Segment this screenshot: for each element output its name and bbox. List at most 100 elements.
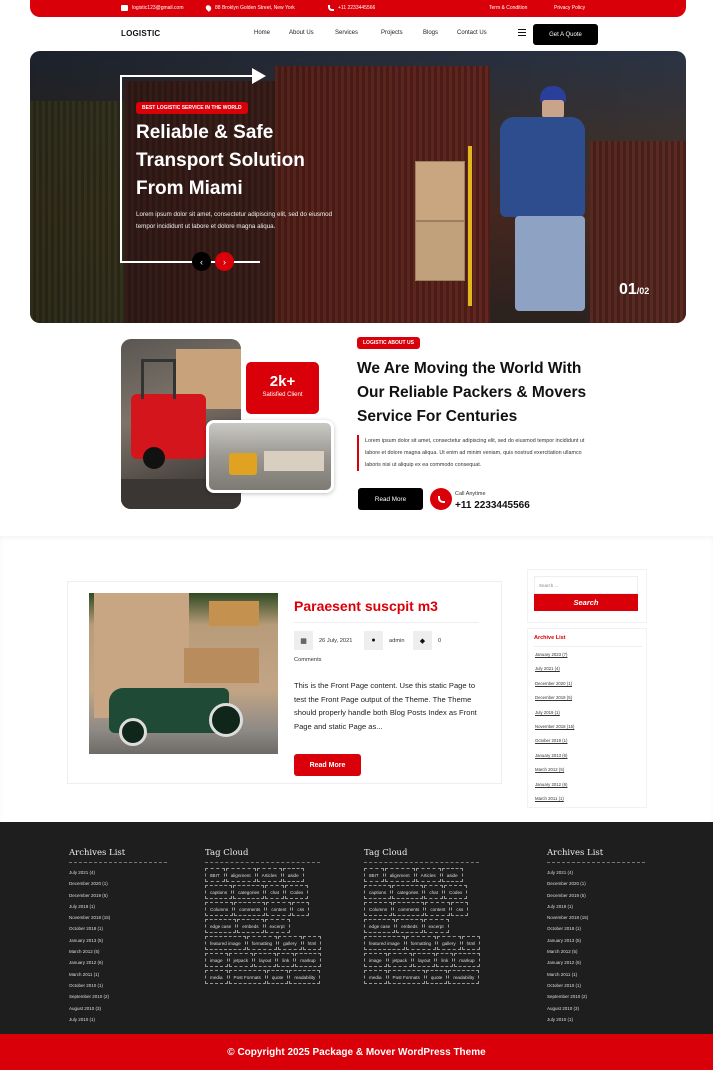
hamburger-menu-icon[interactable] [518, 29, 526, 36]
post-title[interactable]: Paraesent suscpit m3 [294, 598, 438, 614]
tag-link[interactable]: gallery [437, 936, 461, 950]
privacy-link[interactable]: Privacy Policy [554, 5, 585, 11]
tag-link[interactable]: Post Formats [387, 970, 425, 984]
nav-contact-us[interactable]: Contact Us [457, 30, 487, 36]
footer-archive-item[interactable]: August 2010 (3) [547, 1006, 645, 1017]
search-button[interactable]: Search [534, 594, 638, 611]
footer-archive-item[interactable]: January 2012 (6) [547, 960, 645, 971]
footer-archive-item[interactable]: March 2012 (5) [69, 949, 167, 960]
footer-archive-item[interactable]: March 2012 (5) [547, 949, 645, 960]
archive-item[interactable]: March 2012 (5) [535, 767, 574, 781]
tag-link[interactable]: edge case [364, 919, 396, 933]
tag-link[interactable]: content [266, 902, 292, 916]
tag-link[interactable]: link [436, 953, 454, 967]
tag-link[interactable]: image [364, 953, 387, 967]
footer-archive-item[interactable]: July 2021 (4) [69, 870, 167, 881]
footer-archive-item[interactable]: August 2010 (3) [69, 1006, 167, 1017]
archive-item[interactable]: December 2019 (5) [535, 695, 574, 709]
tag-link[interactable]: gallery [278, 936, 302, 950]
phone-call-icon[interactable] [430, 488, 452, 510]
tag-link[interactable]: categories [392, 885, 424, 899]
archive-link[interactable]: July 2021 (4) [535, 666, 560, 671]
about-read-more-button[interactable]: Read More [358, 488, 423, 510]
tag-link[interactable]: jetpack [387, 953, 413, 967]
archive-link[interactable]: March 2011 (1) [535, 796, 564, 801]
post-author[interactable]: ● admin [364, 631, 405, 650]
archive-link[interactable]: October 2018 (1) [535, 738, 567, 743]
tag-link[interactable]: Columns [364, 902, 393, 916]
footer-archive-item[interactable]: November 2018 (15) [69, 915, 167, 926]
tag-link[interactable]: media [205, 970, 228, 984]
footer-archive-item[interactable]: July 2019 (1) [69, 904, 167, 915]
tag-link[interactable]: alignment [225, 868, 256, 882]
nav-projects[interactable]: Projects [381, 30, 403, 36]
tag-link[interactable]: chat [424, 885, 444, 899]
tag-link[interactable]: captions [364, 885, 392, 899]
tag-link[interactable]: html [302, 936, 322, 950]
nav-blogs[interactable]: Blogs [423, 30, 438, 36]
footer-archive-item[interactable]: July 2019 (1) [547, 904, 645, 915]
tag-link[interactable]: quote [266, 970, 289, 984]
slider-prev-button[interactable]: ‹ [192, 252, 211, 271]
archive-item[interactable]: July 2019 (1) [535, 710, 574, 724]
tag-link[interactable]: chat [265, 885, 285, 899]
tag-link[interactable]: edge case [205, 919, 237, 933]
nav-home[interactable]: Home [254, 30, 270, 36]
footer-archive-item[interactable]: January 2013 (5) [547, 938, 645, 949]
footer-archive-item[interactable]: December 2019 (5) [547, 893, 645, 904]
post-thumbnail-image[interactable] [89, 593, 278, 754]
footer-archive-item[interactable]: December 2019 (5) [69, 893, 167, 904]
tag-link[interactable]: layout [254, 953, 277, 967]
tag-link[interactable]: Codex [444, 885, 468, 899]
post-read-more-button[interactable]: Read More [294, 754, 361, 776]
archive-item[interactable]: March 2011 (1) [535, 796, 574, 810]
archive-link[interactable]: December 2020 (1) [535, 681, 572, 686]
tag-link[interactable]: formatting [246, 936, 278, 950]
tag-link[interactable]: Columns [205, 902, 234, 916]
tag-link[interactable]: captions [205, 885, 233, 899]
nav-services[interactable]: Services [335, 30, 358, 36]
archive-link[interactable]: July 2019 (1) [535, 710, 560, 715]
footer-archive-item[interactable]: October 2010 (1) [547, 983, 645, 994]
footer-archive-item[interactable]: October 2018 (1) [69, 926, 167, 937]
footer-archive-item[interactable]: January 2012 (6) [69, 960, 167, 971]
tag-link[interactable]: aside [282, 868, 304, 882]
archive-item[interactable]: January 2013 (6) [535, 753, 574, 767]
tag-link[interactable]: readability [448, 970, 480, 984]
footer-archive-item[interactable]: July 2010 (1) [69, 1017, 167, 1028]
tag-link[interactable]: featured image [205, 936, 246, 950]
archive-item[interactable]: January 2012 (6) [535, 782, 574, 796]
tag-link[interactable]: Post Formats [228, 970, 266, 984]
tag-link[interactable]: excerpt [423, 919, 449, 933]
footer-archive-item[interactable]: January 2013 (5) [69, 938, 167, 949]
footer-archive-item[interactable]: November 2018 (15) [547, 915, 645, 926]
tag-link[interactable]: formatting [405, 936, 437, 950]
site-logo[interactable]: LOGISTIC [121, 29, 160, 38]
archive-item[interactable]: October 2018 (1) [535, 738, 574, 752]
tag-link[interactable]: alignment [384, 868, 415, 882]
archive-link[interactable]: December 2019 (5) [535, 695, 572, 700]
archive-link[interactable]: November 2018 (15) [535, 724, 574, 729]
footer-archive-item[interactable]: July 2010 (1) [547, 1017, 645, 1028]
tag-link[interactable]: 8BIT [205, 868, 225, 882]
footer-archive-item[interactable]: March 2011 (1) [547, 972, 645, 983]
footer-archive-item[interactable]: December 2020 (1) [69, 881, 167, 892]
tag-link[interactable]: quote [425, 970, 448, 984]
footer-archive-item[interactable]: December 2020 (1) [547, 881, 645, 892]
tag-link[interactable]: Articles [256, 868, 282, 882]
tag-link[interactable]: image [205, 953, 228, 967]
footer-archive-item[interactable]: October 2010 (1) [69, 983, 167, 994]
archive-item[interactable]: July 2021 (4) [535, 666, 574, 680]
footer-archive-item[interactable]: March 2011 (1) [69, 972, 167, 983]
tag-link[interactable]: embeds [396, 919, 423, 933]
call-number[interactable]: +11 2233445566 [455, 500, 530, 511]
footer-archive-item[interactable]: September 2010 (2) [547, 994, 645, 1005]
archive-link[interactable]: March 2012 (5) [535, 767, 564, 772]
footer-archive-item[interactable]: July 2021 (4) [547, 870, 645, 881]
footer-archive-item[interactable]: October 2018 (1) [547, 926, 645, 937]
tag-link[interactable]: content [425, 902, 451, 916]
archive-item[interactable]: November 2018 (15) [535, 724, 574, 738]
tag-link[interactable]: Articles [415, 868, 441, 882]
terms-link[interactable]: Term & Condition [489, 5, 527, 11]
archive-item[interactable]: December 2020 (1) [535, 681, 574, 695]
